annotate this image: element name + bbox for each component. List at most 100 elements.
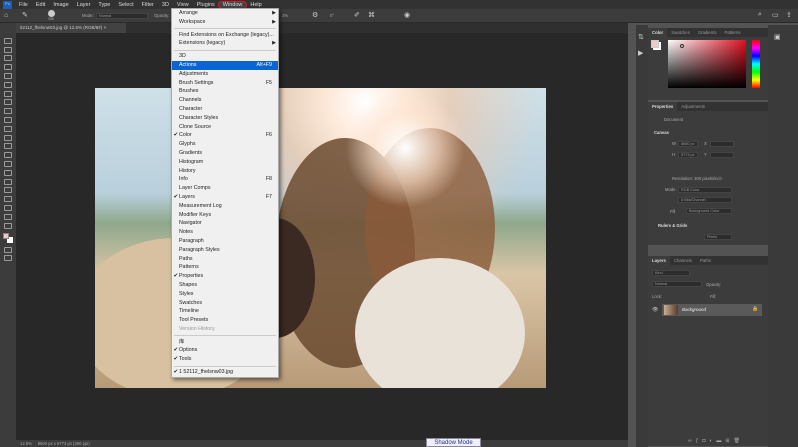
move-tool-icon[interactable] bbox=[4, 37, 12, 44]
layer-actions-bar[interactable]: ∞ƒ◘◐▬⊞🗑 bbox=[688, 438, 744, 444]
menu-item-navigator[interactable]: Navigator bbox=[172, 219, 278, 228]
lasso-tool-icon[interactable] bbox=[4, 55, 12, 62]
color-picker-cursor[interactable] bbox=[680, 44, 684, 48]
shape-tool-icon[interactable] bbox=[4, 196, 12, 203]
tab-patterns[interactable]: Patterns bbox=[721, 28, 745, 37]
menu-item-tools[interactable]: ✔ Tools bbox=[172, 355, 278, 364]
menu-item-[interactable]: 库 bbox=[172, 338, 278, 347]
menu-item-shapes[interactable]: Shapes bbox=[172, 281, 278, 290]
color-swatches[interactable] bbox=[3, 232, 13, 243]
menu-item-character[interactable]: Character bbox=[172, 105, 278, 114]
menu-window[interactable]: Window bbox=[217, 0, 248, 9]
gradient-tool-icon[interactable] bbox=[4, 143, 12, 150]
zoom-tool-icon[interactable] bbox=[4, 213, 12, 220]
menu-item-options[interactable]: ✔ Options bbox=[172, 346, 278, 355]
tab-gradients[interactable]: Gradients bbox=[694, 28, 721, 37]
menu-item-measurement-log[interactable]: Measurement Log bbox=[172, 202, 278, 211]
gear-icon[interactable]: ⚙ bbox=[312, 11, 318, 19]
menu-item-3d[interactable]: 3D bbox=[172, 52, 278, 61]
type-tool-icon[interactable] bbox=[4, 178, 12, 185]
healing-tool-icon[interactable] bbox=[4, 99, 12, 106]
menu-type[interactable]: Type bbox=[94, 2, 114, 8]
blend-mode-select[interactable]: Normal bbox=[652, 281, 702, 287]
menu-item-layers[interactable]: ✔ Layers F7 bbox=[172, 193, 278, 202]
actions-panel-icon[interactable]: ▶ bbox=[638, 49, 646, 57]
menu-item-brushes[interactable]: Brushes bbox=[172, 87, 278, 96]
menu-item-channels[interactable]: Channels bbox=[172, 96, 278, 105]
document-tab[interactable]: 52112_fhelsnw03.jpg @ 12.5% (RGB/8#) × bbox=[16, 23, 126, 33]
menu-filter[interactable]: Filter bbox=[138, 2, 158, 8]
menu-layer[interactable]: Layer bbox=[73, 2, 95, 8]
foreground-color-swatch[interactable] bbox=[651, 40, 659, 48]
layer-name[interactable]: Background bbox=[682, 307, 706, 312]
tab-swatches[interactable]: Swatches bbox=[667, 28, 694, 37]
menu-item-1-52112-fhelsnw03-jpg[interactable]: ✔ 1 52112_fhelsnw03.jpg bbox=[172, 368, 278, 377]
brush-tool-icon[interactable] bbox=[4, 108, 12, 115]
path-select-tool-icon[interactable] bbox=[4, 187, 12, 194]
menu-item-paragraph[interactable]: Paragraph bbox=[172, 237, 278, 246]
menu-item-tool-presets[interactable]: Tool Presets bbox=[172, 316, 278, 325]
menu-item-notes[interactable]: Notes bbox=[172, 228, 278, 237]
menu-item-paths[interactable]: Paths bbox=[172, 255, 278, 264]
height-field[interactable]: 5773 px bbox=[678, 152, 698, 158]
width-field[interactable]: 8660 px bbox=[678, 141, 698, 147]
menu-item-glyphs[interactable]: Glyphs bbox=[172, 140, 278, 149]
menu-item-swatches[interactable]: Swatches bbox=[172, 299, 278, 308]
tab-adjustments[interactable]: Adjustments bbox=[677, 102, 709, 111]
brush-tool-icon[interactable]: ✎ bbox=[22, 11, 28, 19]
menu-item-arrange[interactable]: Arrange ▶ bbox=[172, 9, 278, 18]
eraser-tool-icon[interactable] bbox=[4, 134, 12, 141]
menu-item-styles[interactable]: Styles bbox=[172, 290, 278, 299]
hand-tool-icon[interactable] bbox=[4, 204, 12, 211]
menu-image[interactable]: Image bbox=[49, 2, 72, 8]
menu-view[interactable]: View bbox=[173, 2, 193, 8]
history-panel-icon[interactable]: ⇅ bbox=[638, 33, 646, 41]
screen-mode-icon[interactable] bbox=[4, 255, 12, 262]
menu-item-histogram[interactable]: Histogram bbox=[172, 158, 278, 167]
menu-item-history[interactable]: History bbox=[172, 167, 278, 176]
x-field[interactable] bbox=[710, 141, 734, 147]
menu-item-patterns[interactable]: Patterns bbox=[172, 263, 278, 272]
zoom-level[interactable]: 12.5% bbox=[20, 441, 32, 446]
clone-stamp-tool-icon[interactable] bbox=[4, 116, 12, 123]
menu-item-extensions-legacy[interactable]: Extensions (legacy) ▶ bbox=[172, 39, 278, 48]
workspace-icon[interactable]: ▭ bbox=[772, 11, 779, 19]
menu-item-gradients[interactable]: Gradients bbox=[172, 149, 278, 158]
menu-item-properties[interactable]: ✔ Properties bbox=[172, 272, 278, 281]
menu-item-workspace[interactable]: Workspace ▶ bbox=[172, 18, 278, 27]
frame-tool-icon[interactable] bbox=[4, 81, 12, 88]
mode-select[interactable]: RGB Color bbox=[678, 187, 732, 193]
airbrush-icon[interactable]: ✐ bbox=[354, 11, 360, 19]
pressure-icon[interactable]: ◉ bbox=[404, 11, 410, 19]
menu-edit[interactable]: Edit bbox=[32, 2, 49, 8]
close-tab-icon[interactable]: × bbox=[104, 25, 107, 30]
color-field[interactable] bbox=[668, 40, 746, 88]
home-icon[interactable]: ⌂ bbox=[4, 12, 8, 19]
menu-item-character-styles[interactable]: Character Styles bbox=[172, 114, 278, 123]
blur-tool-icon[interactable] bbox=[4, 152, 12, 159]
lock-icon[interactable]: 🔒 bbox=[752, 306, 758, 312]
menu-item-color[interactable]: ✔ Color F6 bbox=[172, 131, 278, 140]
canvas-section-heading[interactable]: Canvas bbox=[654, 130, 669, 135]
dodge-tool-icon[interactable] bbox=[4, 160, 12, 167]
menu-help[interactable]: Help bbox=[246, 2, 265, 8]
flow-value[interactable]: 3% bbox=[282, 13, 288, 18]
fill-select[interactable]: Background Color bbox=[686, 208, 732, 214]
crop-tool-icon[interactable] bbox=[4, 72, 12, 79]
tab-channels[interactable]: Channels bbox=[670, 256, 696, 265]
hue-slider[interactable] bbox=[752, 40, 760, 88]
tab-properties[interactable]: Properties bbox=[648, 102, 678, 111]
mode-select[interactable]: Normal bbox=[96, 13, 148, 19]
menu-item-paragraph-styles[interactable]: Paragraph Styles bbox=[172, 246, 278, 255]
tab-paths[interactable]: Paths bbox=[696, 256, 715, 265]
quick-mask-icon[interactable] bbox=[4, 246, 12, 253]
symmetry-icon[interactable]: ⌘ bbox=[368, 11, 375, 19]
tab-layers[interactable]: Layers bbox=[648, 256, 670, 265]
menu-item-adjustments[interactable]: Adjustments bbox=[172, 70, 278, 79]
menu-item-timeline[interactable]: Timeline bbox=[172, 307, 278, 316]
menu-item-clone-source[interactable]: Clone Source bbox=[172, 123, 278, 132]
eyedropper-tool-icon[interactable] bbox=[4, 90, 12, 97]
units-select[interactable]: Pixels bbox=[704, 234, 732, 240]
menu-select[interactable]: Select bbox=[114, 2, 137, 8]
menu-item-find-extensions-on-exchange-legacy[interactable]: Find Extensions on Exchange (legacy)... bbox=[172, 31, 278, 40]
